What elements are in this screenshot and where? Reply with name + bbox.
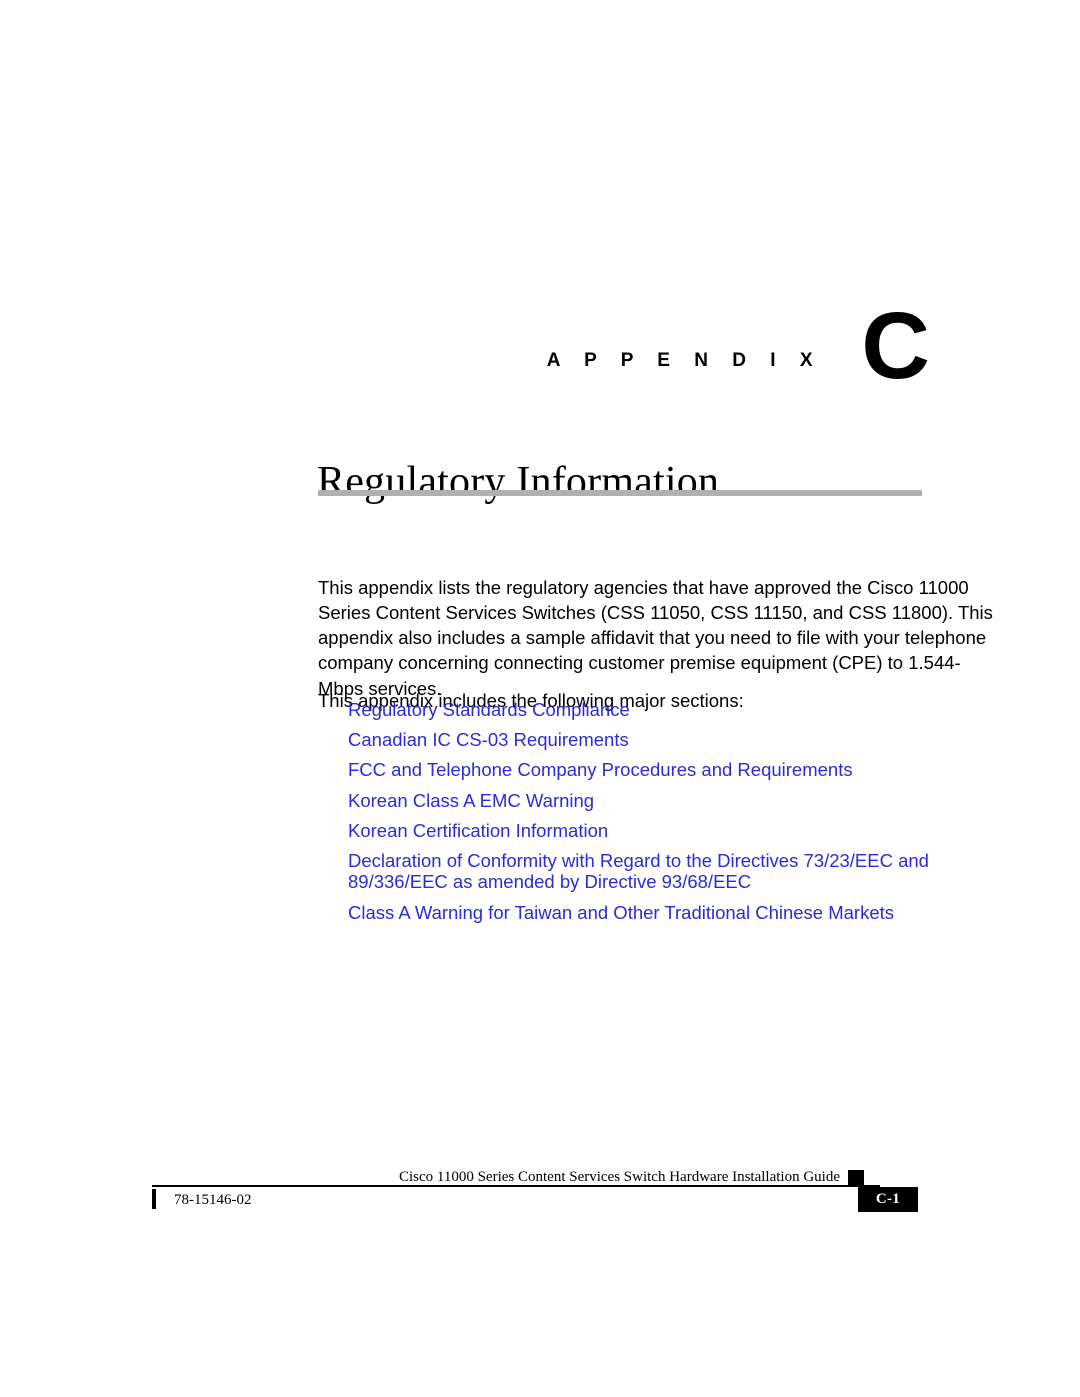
footer-corner-marker xyxy=(848,1170,864,1185)
footer-guide-title: Cisco 11000 Series Content Services Swit… xyxy=(398,1169,840,1185)
section-link-class-a-warning-taiwan[interactable]: Class A Warning for Taiwan and Other Tra… xyxy=(348,902,988,924)
footer-tick-mark xyxy=(152,1189,156,1209)
intro-paragraph: This appendix lists the regulatory agenc… xyxy=(318,576,993,699)
page-number-badge: C-1 xyxy=(858,1187,918,1212)
section-link-declaration-of-conformity[interactable]: Declaration of Conformity with Regard to… xyxy=(348,850,988,893)
section-link-regulatory-standards-compliance[interactable]: Regulatory Standards Compliance xyxy=(348,699,988,721)
section-link-canadian-ic-cs-03-requirements[interactable]: Canadian IC CS-03 Requirements xyxy=(348,729,988,751)
section-link-korean-certification-information[interactable]: Korean Certification Information xyxy=(348,820,988,842)
page-title: Regulatory Information xyxy=(317,459,720,506)
appendix-header: A P P E N D I X C xyxy=(318,280,930,394)
footer-document-number: 78-15146-02 xyxy=(174,1192,252,1208)
section-link-list: Regulatory Standards Compliance Canadian… xyxy=(348,699,988,932)
title-divider xyxy=(318,490,922,496)
appendix-letter: C xyxy=(861,293,930,399)
footer-divider xyxy=(152,1185,880,1187)
page-footer: Cisco 11000 Series Content Services Swit… xyxy=(0,1160,1080,1230)
section-link-korean-class-a-emc-warning[interactable]: Korean Class A EMC Warning xyxy=(348,790,988,812)
section-link-fcc-telephone-company-procedures[interactable]: FCC and Telephone Company Procedures and… xyxy=(348,759,988,781)
appendix-label: A P P E N D I X xyxy=(546,350,822,371)
